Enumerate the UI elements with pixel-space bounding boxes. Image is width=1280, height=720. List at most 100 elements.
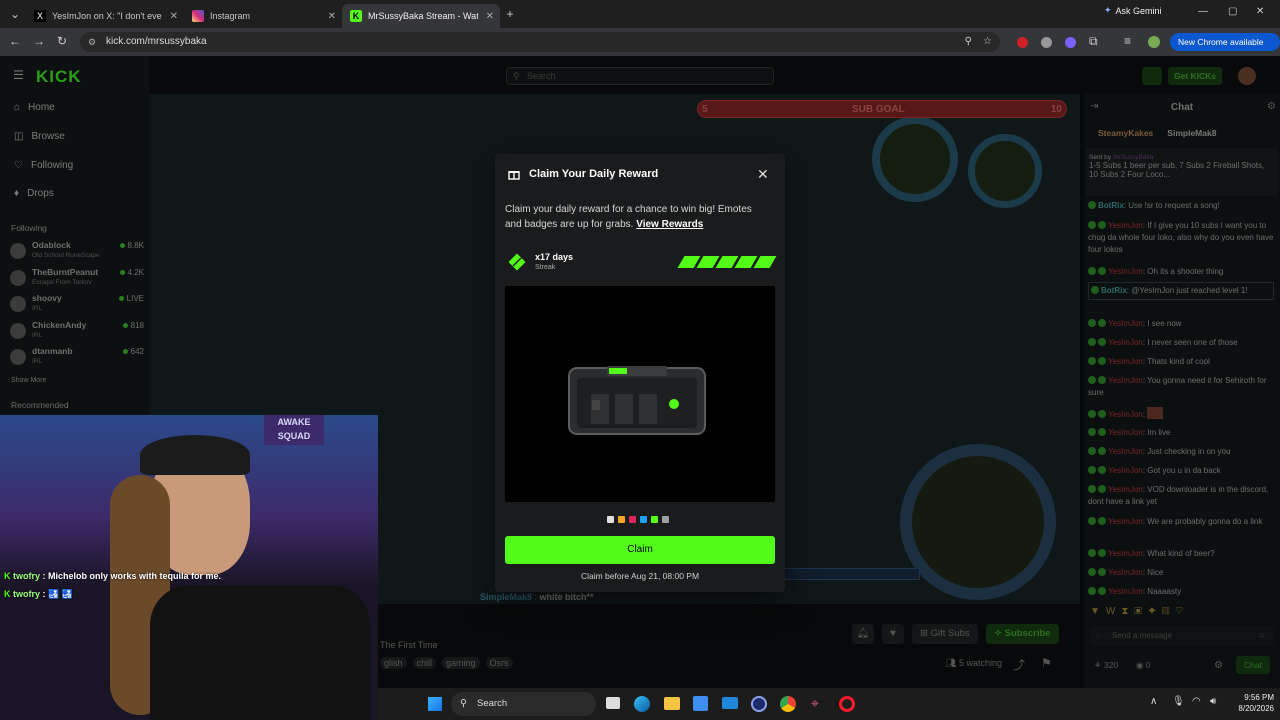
back-icon[interactable]: ←: [9, 34, 21, 48]
edge-icon[interactable]: [634, 696, 650, 712]
extension-gray-icon[interactable]: [1041, 37, 1052, 48]
following-channel[interactable]: shoovy IRL LIVE: [10, 293, 144, 317]
chat-username[interactable]: YesImJon: [1108, 517, 1143, 526]
kick-logo[interactable]: KICK: [36, 67, 82, 87]
chat-input[interactable]: ◌ Send a message ☺: [1090, 626, 1274, 646]
volume-icon[interactable]: 🔊︎: [1210, 696, 1216, 707]
new-chrome-available-button[interactable]: New Chrome available ⋮: [1170, 33, 1280, 65]
bookmark-star-icon[interactable]: ☆: [983, 32, 992, 52]
chat-username[interactable]: BotRix: [1101, 286, 1127, 295]
browser-tab-instagram[interactable]: Instagram ✕: [184, 4, 342, 28]
notification-bell-button[interactable]: 🔔︎: [852, 624, 874, 644]
kicks-balance[interactable]: ◉ 0: [1136, 660, 1151, 671]
opera-icon[interactable]: [839, 696, 855, 712]
nav-following[interactable]: ♡ Following: [14, 160, 73, 171]
app-icon[interactable]: [751, 696, 767, 712]
taskbar-clock[interactable]: 9:56 PM 8/20/2026: [1224, 692, 1274, 714]
reload-icon[interactable]: ↻: [57, 34, 67, 48]
site-info-icon[interactable]: ⚙: [88, 32, 96, 52]
tab-list-icon[interactable]: ⌄: [4, 7, 26, 21]
chat-username[interactable]: YesImJon: [1108, 466, 1143, 475]
tag[interactable]: chill: [412, 657, 437, 669]
reward-pager-dot[interactable]: [629, 516, 636, 523]
show-more-link[interactable]: Show More: [11, 377, 46, 384]
zoom-icon[interactable]: ⚲: [965, 32, 972, 52]
tag[interactable]: glish: [380, 657, 407, 669]
reward-pager-dot[interactable]: [640, 516, 647, 523]
close-window-icon[interactable]: ✕: [1256, 6, 1264, 17]
get-kicks-button[interactable]: Get KICKs: [1168, 67, 1223, 85]
close-icon[interactable]: ✕: [757, 166, 769, 183]
nav-drops[interactable]: ♦ Drops: [14, 188, 54, 199]
taskbar-search[interactable]: ⚲ Search: [451, 692, 596, 716]
top-gifter[interactable]: SimpleMak8: [1167, 128, 1216, 138]
file-explorer-icon[interactable]: [664, 697, 680, 710]
following-channel[interactable]: dtanmanb IRL 642: [10, 346, 144, 370]
reward-pager-dot[interactable]: [607, 516, 614, 523]
chat-username[interactable]: YesImJon: [1108, 410, 1143, 419]
maximize-icon[interactable]: ▢: [1228, 6, 1237, 17]
user-avatar[interactable]: [1238, 67, 1256, 85]
chat-username[interactable]: YesImJon: [1108, 376, 1143, 385]
task-view-icon[interactable]: [606, 697, 620, 709]
search-input[interactable]: ⚲ Search: [506, 67, 774, 85]
chat-username[interactable]: YesImJon: [1108, 549, 1143, 558]
ask-gemini-button[interactable]: ✦ Ask Gemini: [1104, 5, 1162, 16]
following-channel[interactable]: TheBurntPeanut Escape From Tarkov 4.2K: [10, 267, 144, 291]
chrome-icon[interactable]: [780, 696, 796, 712]
claim-button[interactable]: Claim: [505, 536, 775, 564]
chat-username[interactable]: YesImJon: [1108, 485, 1143, 494]
dark-toggle-button[interactable]: [1142, 67, 1162, 85]
gift-subs-button[interactable]: ⊞ Gift Subs: [912, 624, 978, 644]
close-tab-icon[interactable]: ✕: [328, 11, 336, 22]
subscribe-button[interactable]: ✧ Subscribe: [986, 624, 1059, 644]
share-icon[interactable]: ⤴: [1013, 656, 1025, 673]
close-tab-icon[interactable]: ✕: [486, 11, 494, 22]
address-bar[interactable]: ⚙ kick.com/mrsussybaka ⚲ ☆: [80, 32, 1000, 52]
chat-username[interactable]: YesImJon: [1108, 447, 1143, 456]
minimize-icon[interactable]: —: [1198, 6, 1208, 17]
reward-pager-dot[interactable]: [618, 516, 625, 523]
chat-settings-icon[interactable]: ⚙: [1267, 101, 1276, 112]
microphone-icon[interactable]: 🎙︎: [1172, 696, 1185, 707]
chat-username[interactable]: BotRix: [1098, 201, 1124, 210]
chat-username[interactable]: YesImJon: [1108, 267, 1143, 276]
forward-icon[interactable]: →: [33, 34, 45, 48]
emoji-icon[interactable]: ☺: [1258, 626, 1266, 646]
following-channel[interactable]: ChickenAndy IRL 818: [10, 320, 144, 344]
tag[interactable]: Osrs: [485, 657, 513, 669]
wifi-icon[interactable]: ◠: [1192, 696, 1201, 707]
close-tab-icon[interactable]: ✕: [170, 11, 178, 22]
nav-browse[interactable]: ◫ Browse: [14, 131, 65, 142]
reward-pager-dot[interactable]: [662, 516, 669, 523]
menu-icon[interactable]: ☰: [13, 68, 24, 82]
follow-heart-button[interactable]: ♥: [882, 624, 904, 644]
following-channel[interactable]: Odablock Old School RuneScape 8.8K: [10, 240, 144, 264]
tray-chevron-icon[interactable]: ∧: [1150, 696, 1157, 707]
chat-username[interactable]: YesImJon: [1108, 319, 1143, 328]
windows-start-icon[interactable]: [428, 697, 442, 711]
chat-username[interactable]: YesImJon: [1108, 428, 1143, 437]
top-gifter[interactable]: SteamyKakes: [1098, 128, 1153, 138]
view-rewards-link[interactable]: View Rewards: [636, 219, 703, 230]
store-icon[interactable]: [693, 696, 708, 711]
chat-username[interactable]: YesImJon: [1108, 338, 1143, 347]
reward-pager-dot[interactable]: [651, 516, 658, 523]
chat-username[interactable]: YesImJon: [1108, 568, 1143, 577]
reading-list-icon[interactable]: ≡: [1124, 34, 1131, 48]
extension-purple-icon[interactable]: [1065, 37, 1076, 48]
tag[interactable]: gaming: [442, 657, 480, 669]
browser-tab-kick[interactable]: K MrSussyBaka Stream - Watch L ✕: [342, 4, 500, 28]
new-tab-icon[interactable]: +: [500, 7, 520, 21]
report-icon[interactable]: ⚑: [1041, 656, 1052, 670]
extensions-puzzle-icon[interactable]: ⧉: [1089, 34, 1098, 49]
chat-username[interactable]: YesImJon: [1108, 357, 1143, 366]
maps-pin-icon[interactable]: ⌖: [811, 695, 819, 712]
extension-red-icon[interactable]: [1017, 37, 1028, 48]
send-chat-button[interactable]: Chat: [1236, 656, 1270, 674]
browser-tab-x[interactable]: X YesImJon on X: "I don't even be ✕: [26, 4, 184, 28]
chat-settings-gear-icon[interactable]: ⚙: [1214, 660, 1223, 671]
chat-username[interactable]: YesImJon: [1108, 221, 1143, 230]
nav-home[interactable]: ⌂ Home: [14, 102, 55, 113]
channel-points[interactable]: ⚘ 320: [1094, 660, 1118, 671]
